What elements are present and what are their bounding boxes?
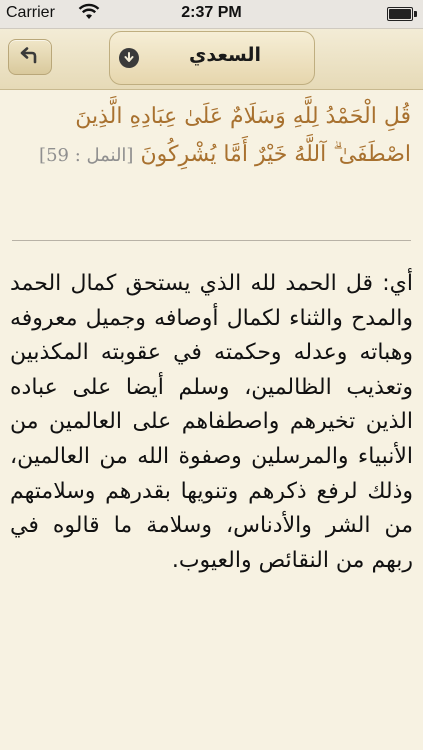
back-arrow-icon — [20, 47, 37, 64]
navigation-bar: السعدي — [0, 29, 423, 90]
clock: 2:37 PM — [181, 4, 242, 21]
download-icon[interactable] — [119, 48, 139, 68]
tafsir-selector[interactable]: السعدي — [109, 31, 315, 85]
page-title: السعدي — [188, 44, 262, 66]
battery-icon — [387, 7, 417, 21]
content-area[interactable]: قُلِ الْحَمْدُ لِلَّهِ وَسَلَامٌ عَلَىٰ … — [0, 90, 423, 750]
back-button[interactable] — [8, 39, 52, 75]
status-bar: Carrier 2:37 PM — [0, 0, 423, 29]
verse-reference: [النمل : 59] — [39, 145, 134, 166]
verse-block: قُلِ الْحَمْدُ لِلَّهِ وَسَلَامٌ عَلَىٰ … — [12, 98, 411, 175]
battery-fill — [389, 9, 411, 19]
divider — [12, 240, 411, 241]
tafsir-text: أي: قل الحمد لله الذي يستحق كمال الحمد و… — [10, 271, 413, 573]
